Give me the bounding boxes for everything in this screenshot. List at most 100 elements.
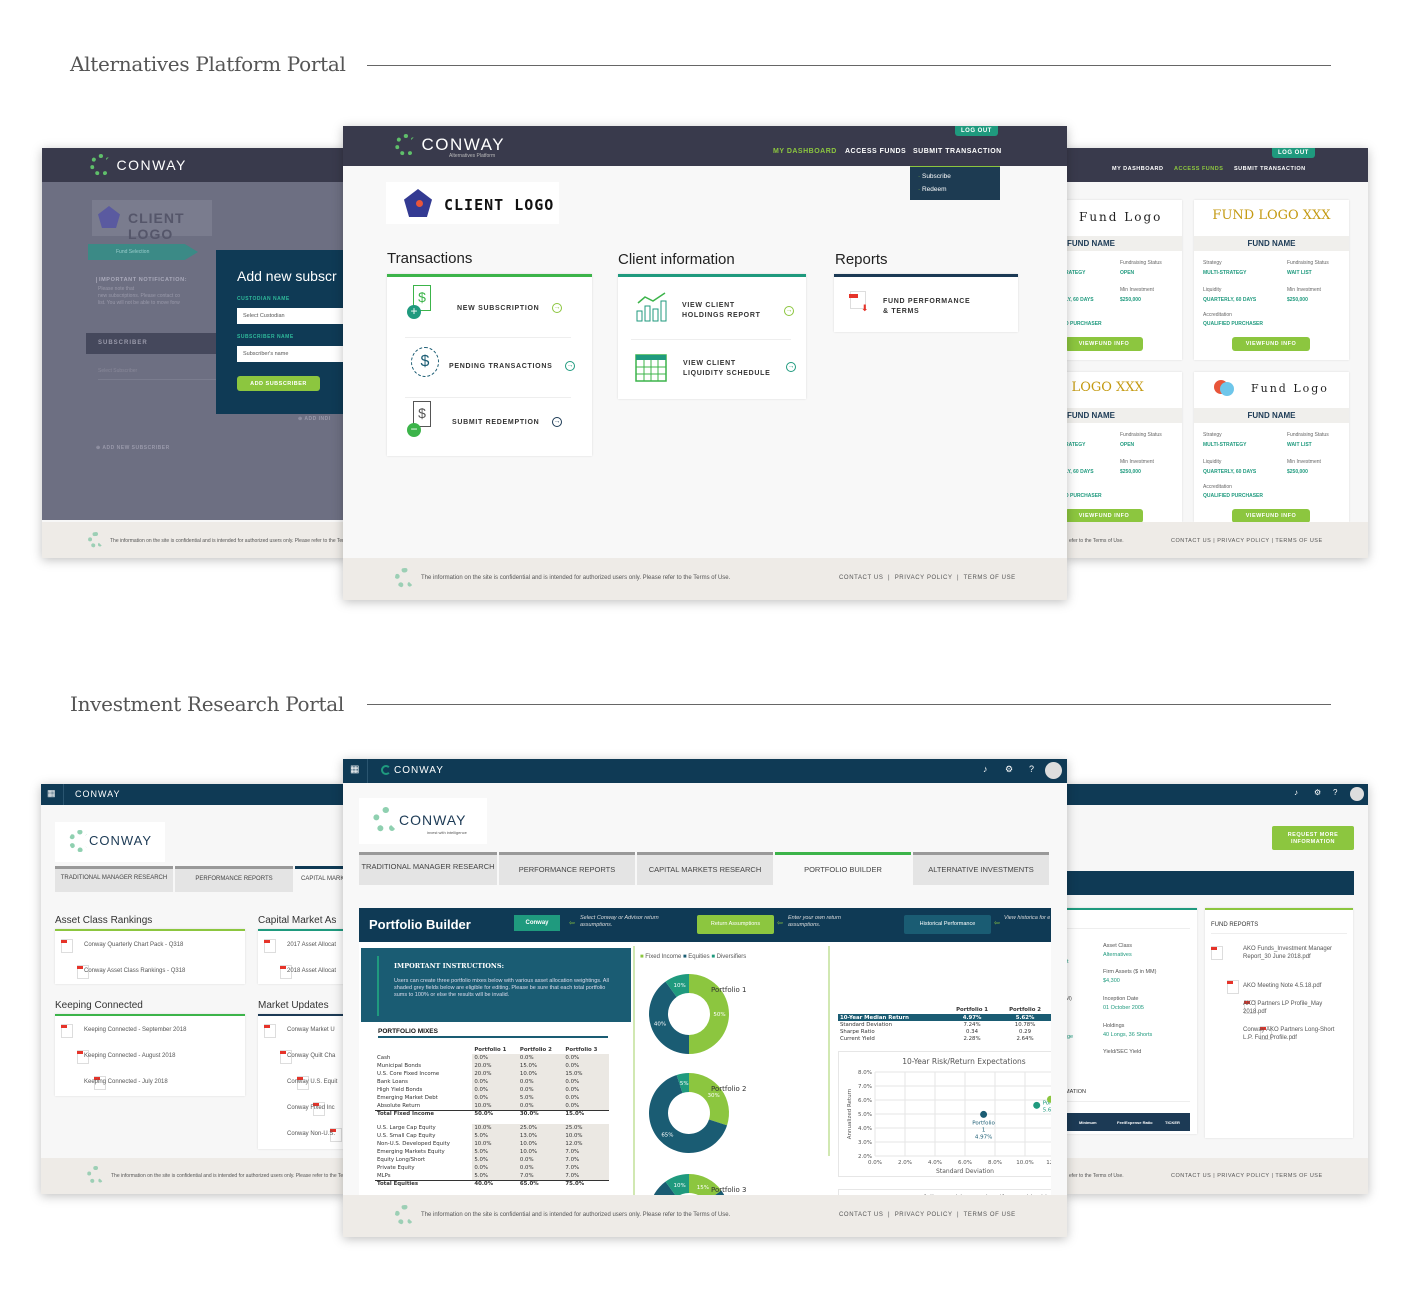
document-link[interactable]: Keeping Connected - July 2018	[84, 1079, 168, 1085]
allocation-cell[interactable]: 0.0%	[517, 1164, 564, 1172]
add-subscriber-button[interactable]: ADD SUBSCRIBER	[237, 376, 320, 391]
allocation-cell[interactable]: 7.0%	[563, 1164, 609, 1172]
document-link[interactable]: Keeping Connected - August 2018	[84, 1053, 175, 1059]
gear-icon[interactable]: ⚙	[1005, 764, 1013, 775]
fund-performance-terms-link[interactable]: FUND PERFORMANCE & TERMS	[883, 297, 970, 317]
help-icon[interactable]: ?	[1333, 788, 1337, 797]
nav-access-funds[interactable]: ACCESS FUNDS	[1174, 166, 1223, 172]
menu-item-subscribe[interactable]: · Subscribe	[918, 173, 951, 180]
allocation-cell[interactable]: 25.0%	[563, 1124, 609, 1132]
view-fund-info-button[interactable]: VIEWFUND INFO	[1232, 337, 1310, 351]
view-fund-info-button[interactable]: VIEWFUND INFO	[1065, 337, 1143, 351]
document-link[interactable]: Conway Fixed Inc	[287, 1105, 335, 1111]
allocation-cell[interactable]: 0.0%	[472, 1054, 518, 1062]
contact-us-link[interactable]: CONTACT US	[839, 575, 883, 581]
allocation-cell[interactable]: 10.0%	[472, 1124, 518, 1132]
view-fund-info-button[interactable]: VIEWFUND INFO	[1232, 509, 1310, 523]
new-subscription-link[interactable]: NEW SUBSCRIPTION	[457, 305, 539, 312]
allocation-cell[interactable]: 5.0%	[472, 1156, 518, 1164]
contact-us-link[interactable]: CONTACT US	[1171, 1173, 1211, 1179]
contact-us-link[interactable]: CONTACT US	[839, 1212, 883, 1218]
gear-icon[interactable]: ⚙	[1314, 788, 1321, 797]
allocation-cell[interactable]: 7.0%	[563, 1148, 609, 1156]
add-individual-link[interactable]: ⊕ ADD INDI	[298, 416, 331, 422]
allocation-cell[interactable]: 25.0%	[517, 1124, 564, 1132]
apps-grid-icon[interactable]: ▦	[350, 764, 359, 775]
allocation-cell[interactable]: 5.0%	[472, 1172, 518, 1180]
add-new-subscriber-link[interactable]: ⊕ ADD NEW SUBSCRIBER	[96, 445, 170, 451]
allocation-cell[interactable]: 0.0%	[472, 1094, 518, 1102]
avatar[interactable]	[1045, 762, 1062, 779]
arrow-right-icon[interactable]: →	[552, 303, 562, 313]
nav-my-dashboard[interactable]: MY DASHBOARD	[773, 148, 837, 155]
tab-traditional-manager-research[interactable]: TRADITIONAL MANAGER RESEARCH	[55, 866, 173, 892]
avatar[interactable]	[1350, 787, 1364, 801]
tab-portfolio-builder[interactable]: PORTFOLIO BUILDER	[775, 852, 911, 885]
privacy-policy-link[interactable]: PRIVACY POLICY	[895, 1212, 953, 1218]
menu-item-redeem[interactable]: · Redeem	[918, 186, 947, 193]
nav-access-funds[interactable]: ACCESS FUNDS	[845, 148, 906, 155]
allocation-cell[interactable]: 0.0%	[563, 1094, 609, 1102]
view-fund-info-button[interactable]: VIEWFUND INFO	[1065, 509, 1143, 523]
allocation-cell[interactable]: 10.0%	[517, 1140, 564, 1148]
contact-us-link[interactable]: CONTACT US	[1171, 538, 1211, 544]
document-link[interactable]: 2017 Asset Allocat	[287, 942, 336, 948]
allocation-cell[interactable]: 0.0%	[563, 1054, 609, 1062]
logout-button[interactable]: LOG OUT	[955, 126, 998, 136]
tab-performance-reports[interactable]: PERFORMANCE REPORTS	[499, 852, 635, 885]
document-link[interactable]: Conway U.S. Equit	[287, 1079, 337, 1085]
arrow-right-icon[interactable]: →	[552, 417, 562, 427]
tab-performance-reports[interactable]: PERFORMANCE REPORTS	[175, 866, 293, 892]
conway-wordmark[interactable]: CONWAY	[394, 765, 444, 776]
report-link[interactable]: AKO Partners LP Profile_May 2018.pdf	[1243, 1000, 1343, 1016]
return-assumptions-button[interactable]: Return Assumptions	[697, 915, 774, 934]
allocation-cell[interactable]: 0.0%	[517, 1054, 564, 1062]
bell-icon[interactable]: ♪	[1294, 788, 1298, 797]
custodian-select[interactable]: Select Custodian	[237, 308, 347, 324]
privacy-policy-link[interactable]: PRIVACY POLICY	[895, 575, 953, 581]
allocation-cell[interactable]: 20.0%	[472, 1070, 518, 1078]
tab-capital-markets-research[interactable]: CAPITAL MARKETS RESEARCH	[637, 852, 773, 885]
allocation-cell[interactable]: 13.0%	[517, 1132, 564, 1140]
allocation-cell[interactable]: 0.0%	[563, 1102, 609, 1110]
conway-assumptions-button[interactable]: Conway	[514, 915, 560, 931]
allocation-cell[interactable]: 10.0%	[517, 1070, 564, 1078]
document-link[interactable]: Conway Quilt Cha	[287, 1053, 335, 1059]
report-link[interactable]: Conway AKO Partners Long-Short L.P. Fund…	[1243, 1026, 1343, 1042]
conway-wordmark[interactable]: CONWAY	[75, 789, 121, 799]
allocation-cell[interactable]: 15.0%	[517, 1062, 564, 1070]
arrow-right-icon[interactable]: →	[565, 361, 575, 371]
bell-icon[interactable]: ♪	[983, 764, 988, 774]
nav-submit-transaction[interactable]: SUBMIT TRANSACTION	[1234, 166, 1306, 172]
allocation-cell[interactable]: 15.0%	[563, 1070, 609, 1078]
allocation-cell[interactable]: 20.0%	[472, 1062, 518, 1070]
arrow-right-icon[interactable]: →	[784, 306, 794, 316]
allocation-cell[interactable]: 7.0%	[563, 1172, 609, 1180]
apps-grid-icon[interactable]: ▦	[47, 788, 56, 799]
document-link[interactable]: Conway Non-U.S.	[287, 1131, 335, 1137]
terms-link[interactable]: TERMS OF USE	[964, 1212, 1016, 1218]
allocation-cell[interactable]: 5.0%	[517, 1094, 564, 1102]
allocation-cell[interactable]: 10.0%	[472, 1102, 518, 1110]
view-holdings-report-link[interactable]: VIEW CLIENT HOLDINGS REPORT	[682, 301, 761, 321]
allocation-cell[interactable]: 10.0%	[563, 1132, 609, 1140]
report-link[interactable]: AKO Funds_Investment Manager Report_30 J…	[1243, 945, 1343, 961]
allocation-cell[interactable]: 0.0%	[472, 1086, 518, 1094]
document-link[interactable]: 2018 Asset Allocat	[287, 968, 336, 974]
privacy-policy-link[interactable]: PRIVACY POLICY	[1217, 538, 1269, 544]
document-link[interactable]: Conway Quarterly Chart Pack - Q318	[84, 942, 183, 948]
terms-link[interactable]: TERMS OF USE	[964, 575, 1016, 581]
allocation-cell[interactable]: 0.0%	[472, 1164, 518, 1172]
allocation-cell[interactable]: 7.0%	[563, 1156, 609, 1164]
allocation-cell[interactable]: 5.0%	[472, 1148, 518, 1156]
historical-performance-button[interactable]: Historical Performance	[904, 915, 991, 934]
allocation-cell[interactable]: 12.0%	[563, 1140, 609, 1148]
privacy-policy-link[interactable]: PRIVACY POLICY	[1217, 1173, 1269, 1179]
allocation-cell[interactable]: 0.0%	[517, 1086, 564, 1094]
view-liquidity-schedule-link[interactable]: VIEW CLIENT LIQUIDITY SCHEDULE	[683, 359, 771, 379]
nav-submit-transaction[interactable]: SUBMIT TRANSACTION	[913, 148, 1002, 155]
arrow-right-icon[interactable]: →	[786, 362, 796, 372]
terms-link[interactable]: TERMS OF USE	[1275, 538, 1322, 544]
allocation-cell[interactable]: 10.0%	[517, 1148, 564, 1156]
report-link[interactable]: AKO Meeting Note 4.5.18.pdf	[1243, 982, 1343, 990]
